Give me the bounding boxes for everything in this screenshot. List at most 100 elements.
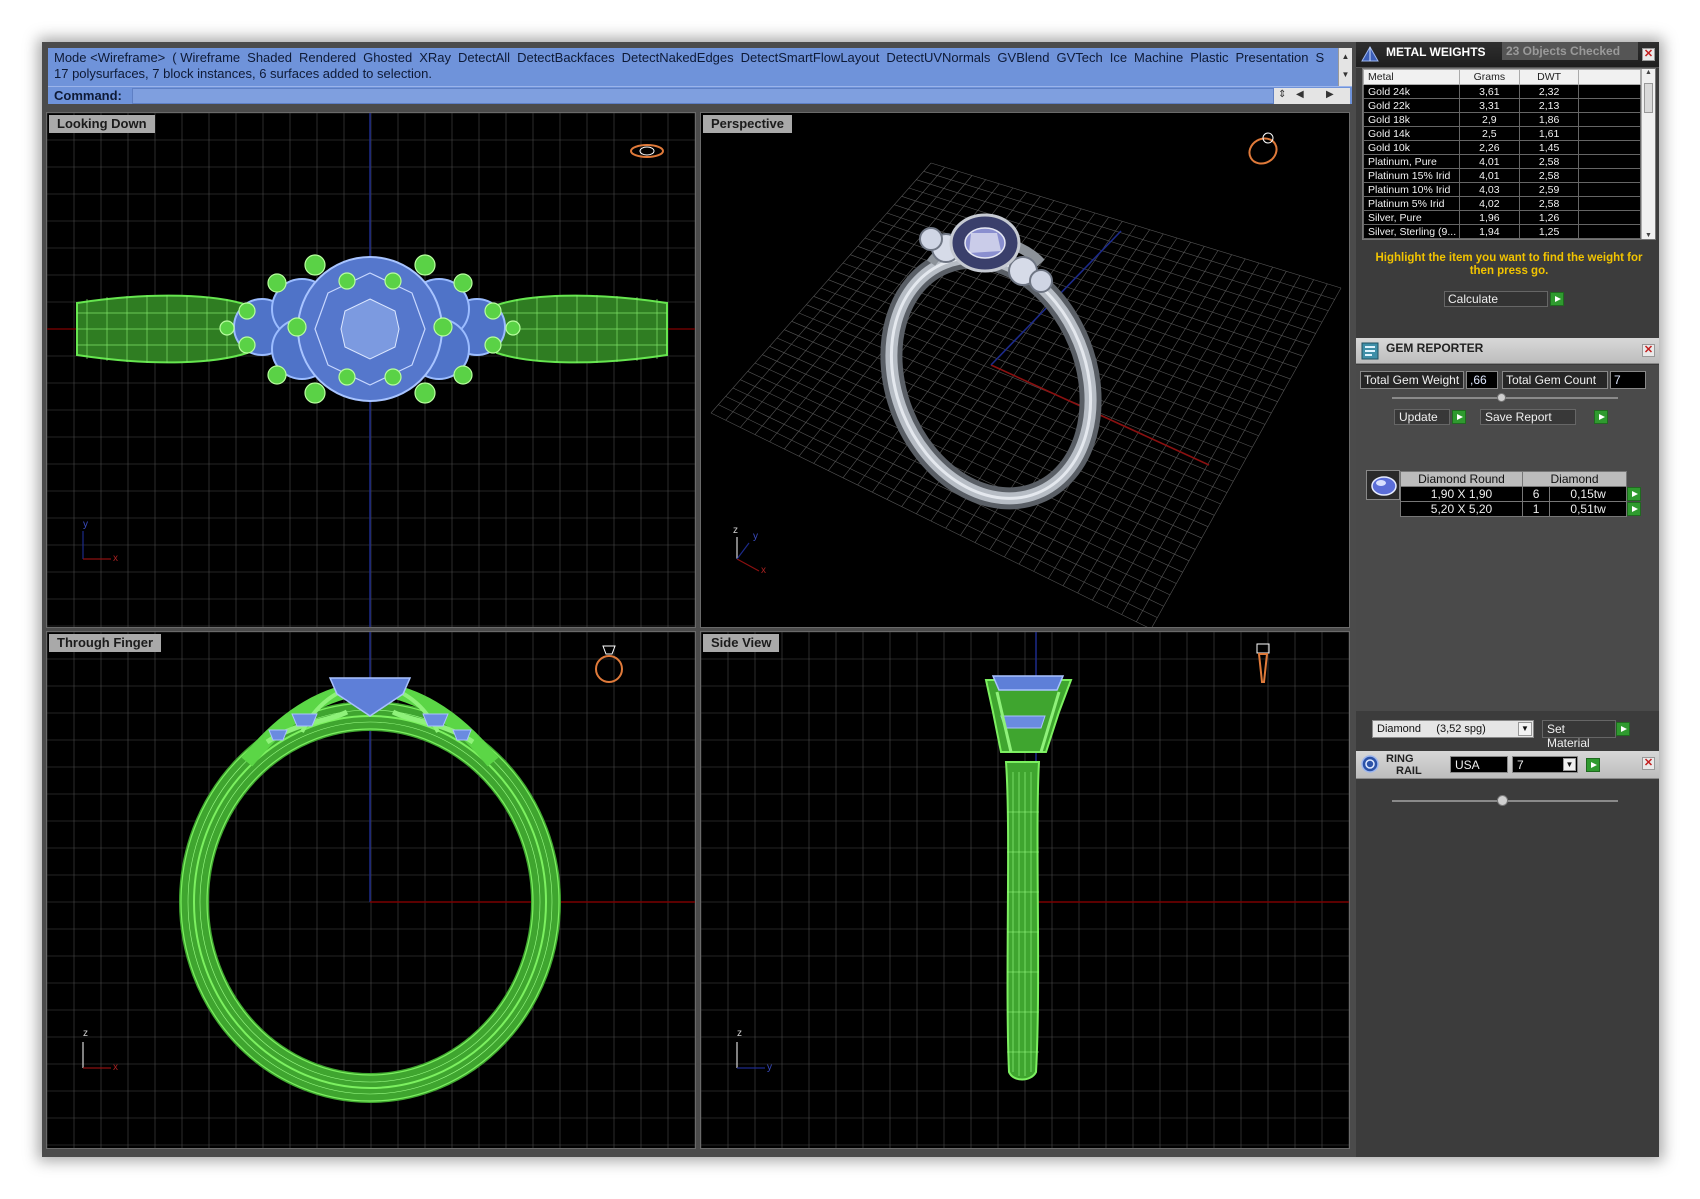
viewport-title[interactable]: Through Finger — [49, 634, 162, 652]
update-go-button[interactable] — [1452, 410, 1466, 424]
metal-row[interactable]: Gold 10k 2,26 1,45 — [1363, 140, 1641, 155]
set-material-go-button[interactable] — [1616, 722, 1630, 736]
metal-grams: 3,31 — [1458, 98, 1520, 113]
display-mode-option[interactable]: DetectAll — [458, 50, 510, 65]
viewport-title[interactable]: Looking Down — [49, 115, 155, 133]
metal-row[interactable]: Silver, Coin (900)1,931,24 — [1363, 238, 1641, 239]
metal-empty-cell — [1578, 238, 1641, 239]
ring-rail-title-line1: RING — [1386, 753, 1414, 765]
view-cube-icon — [630, 144, 664, 158]
display-mode-option[interactable]: Plastic — [1190, 50, 1228, 65]
nav-left-icon[interactable]: ◀ — [1296, 89, 1304, 100]
calculate-go-button[interactable] — [1550, 292, 1564, 306]
command-history-scrollbar[interactable]: ▲ ▼ — [1338, 48, 1352, 86]
ring-side-wireframe — [984, 675, 1073, 1081]
ring-rail-icon — [1361, 755, 1379, 773]
display-mode-option[interactable]: Ice — [1110, 50, 1127, 65]
viewport-through-finger[interactable]: Through Finger z x — [46, 631, 696, 1149]
metal-empty-cell — [1578, 210, 1641, 225]
ring-size-country[interactable]: USA — [1450, 756, 1508, 773]
gem-row[interactable]: 5,20 X 5,20 1 0,51tw — [1400, 501, 1642, 517]
display-mode-option[interactable]: S — [1315, 50, 1324, 65]
ring-rail-slider-knob[interactable] — [1497, 795, 1508, 806]
close-icon[interactable]: ✕ — [1642, 48, 1655, 61]
close-icon[interactable]: ✕ — [1642, 344, 1655, 357]
column-header-dwt[interactable]: DWT — [1518, 69, 1580, 85]
column-header-metal[interactable]: Metal — [1363, 69, 1460, 85]
display-mode-option[interactable]: Presentation — [1235, 50, 1308, 65]
metal-row[interactable]: Gold 22k 3,31 2,13 — [1363, 98, 1641, 113]
display-mode-option[interactable]: GVBlend — [997, 50, 1049, 65]
metal-row[interactable]: Gold 14k 2,5 1,61 — [1363, 126, 1641, 141]
display-mode-option[interactable]: Rendered — [299, 50, 356, 65]
metal-row[interactable]: Silver, Pure 1,96 1,26 — [1363, 210, 1641, 225]
metal-row[interactable]: Platinum 10% Irid 4,03 2,59 — [1363, 182, 1641, 197]
ring-rail-slider[interactable] — [1392, 795, 1618, 806]
nav-right-icon[interactable]: ▶ — [1326, 89, 1334, 100]
total-gem-count-value: 7 — [1610, 371, 1646, 389]
axis-v-label: z — [737, 1028, 742, 1039]
set-material-button[interactable]: Set Material — [1542, 720, 1616, 750]
metal-grams: 4,01 — [1458, 168, 1520, 183]
chevron-down-icon[interactable]: ▼ — [1563, 758, 1576, 771]
save-report-go-button[interactable] — [1594, 410, 1608, 424]
viewport-perspective[interactable]: Perspective z y x — [700, 112, 1350, 628]
viewport-looking-down[interactable]: Looking Down y x — [46, 112, 696, 628]
viewport-side-view[interactable]: Side View z y — [700, 631, 1350, 1149]
calculate-select[interactable]: Calculate — [1444, 291, 1548, 307]
gem-row[interactable]: 1,90 X 1,90 6 0,15tw — [1400, 486, 1642, 502]
display-mode-option[interactable]: GVTech — [1056, 50, 1102, 65]
history-up-down-icon[interactable]: ⇕ — [1278, 89, 1286, 100]
gem-row-action — [1626, 501, 1642, 517]
gem-count: 1 — [1521, 501, 1551, 517]
metal-row[interactable]: Gold 18k 2,9 1,86 — [1363, 112, 1641, 127]
grid-line — [732, 387, 1171, 596]
display-mode-option[interactable]: DetectUVNormals — [886, 50, 990, 65]
ring-rail-go-button[interactable] — [1586, 758, 1600, 772]
material-select[interactable]: Diamond (3,52 spg) ▼ — [1372, 720, 1534, 738]
axis-v-label: y — [753, 531, 758, 542]
axis-h-label: x — [761, 565, 766, 576]
update-button[interactable]: Update — [1394, 409, 1450, 425]
gem-slider[interactable] — [1392, 393, 1618, 402]
display-mode-option[interactable]: XRay — [419, 50, 451, 65]
metal-weights-scrollbar[interactable]: ▲ ▼ — [1641, 69, 1655, 239]
display-mode-option[interactable]: DetectBackfaces — [517, 50, 615, 65]
close-icon[interactable]: ✕ — [1642, 757, 1655, 770]
material-value: Diamond (3,52 spg) — [1377, 723, 1486, 735]
display-mode-option[interactable]: DetectSmartFlowLayout — [741, 50, 880, 65]
chevron-down-icon[interactable]: ▼ — [1518, 722, 1532, 736]
gem-reporter-body: Total Gem Weight ,66 Total Gem Count 7 U… — [1356, 365, 1659, 711]
metal-row[interactable]: Silver, Sterling (9... 1,94 1,25 — [1363, 224, 1641, 239]
metal-name: Platinum, Pure — [1363, 154, 1460, 169]
display-mode-current[interactable]: Mode <Wireframe> — [54, 50, 165, 65]
gem-slider-knob[interactable] — [1497, 393, 1506, 402]
viewport-title[interactable]: Perspective — [703, 115, 792, 133]
metal-row[interactable]: Platinum, Pure 4,01 2,58 — [1363, 154, 1641, 169]
command-input[interactable] — [132, 88, 1274, 104]
scroll-down-icon[interactable]: ▼ — [1339, 66, 1352, 84]
grid-line — [1092, 271, 1287, 601]
viewport-title[interactable]: Side View — [703, 634, 780, 652]
display-mode-option[interactable]: Machine — [1134, 50, 1183, 65]
display-mode-option[interactable]: ( Wireframe — [172, 50, 240, 65]
gem-row-go-button[interactable] — [1627, 487, 1641, 502]
grid-line — [798, 312, 1228, 493]
display-mode-option[interactable]: Shaded — [247, 50, 292, 65]
scroll-thumb[interactable] — [1644, 83, 1653, 113]
metal-dwt: 2,13 — [1518, 98, 1580, 113]
metal-grams: 1,93 — [1458, 238, 1520, 239]
scroll-down-icon[interactable]: ▼ — [1645, 232, 1652, 239]
scroll-up-icon[interactable]: ▲ — [1645, 69, 1652, 76]
gem-row-go-button[interactable] — [1627, 502, 1642, 517]
display-mode-option[interactable]: Ghosted — [363, 50, 412, 65]
ring-size-select[interactable]: 7 ▼ — [1512, 756, 1578, 773]
metal-row[interactable]: Platinum 5% Irid 4,02 2,58 — [1363, 196, 1641, 211]
metal-row[interactable]: Platinum 15% Irid 4,01 2,58 — [1363, 168, 1641, 183]
metal-row[interactable]: Gold 24k 3,61 2,32 — [1363, 84, 1641, 99]
save-report-button[interactable]: Save Report — [1480, 409, 1576, 425]
scroll-up-icon[interactable]: ▲ — [1339, 48, 1352, 66]
display-mode-option[interactable]: DetectNakedEdges — [622, 50, 734, 65]
column-header-grams[interactable]: Grams — [1458, 69, 1520, 85]
grid-line — [1151, 287, 1342, 627]
